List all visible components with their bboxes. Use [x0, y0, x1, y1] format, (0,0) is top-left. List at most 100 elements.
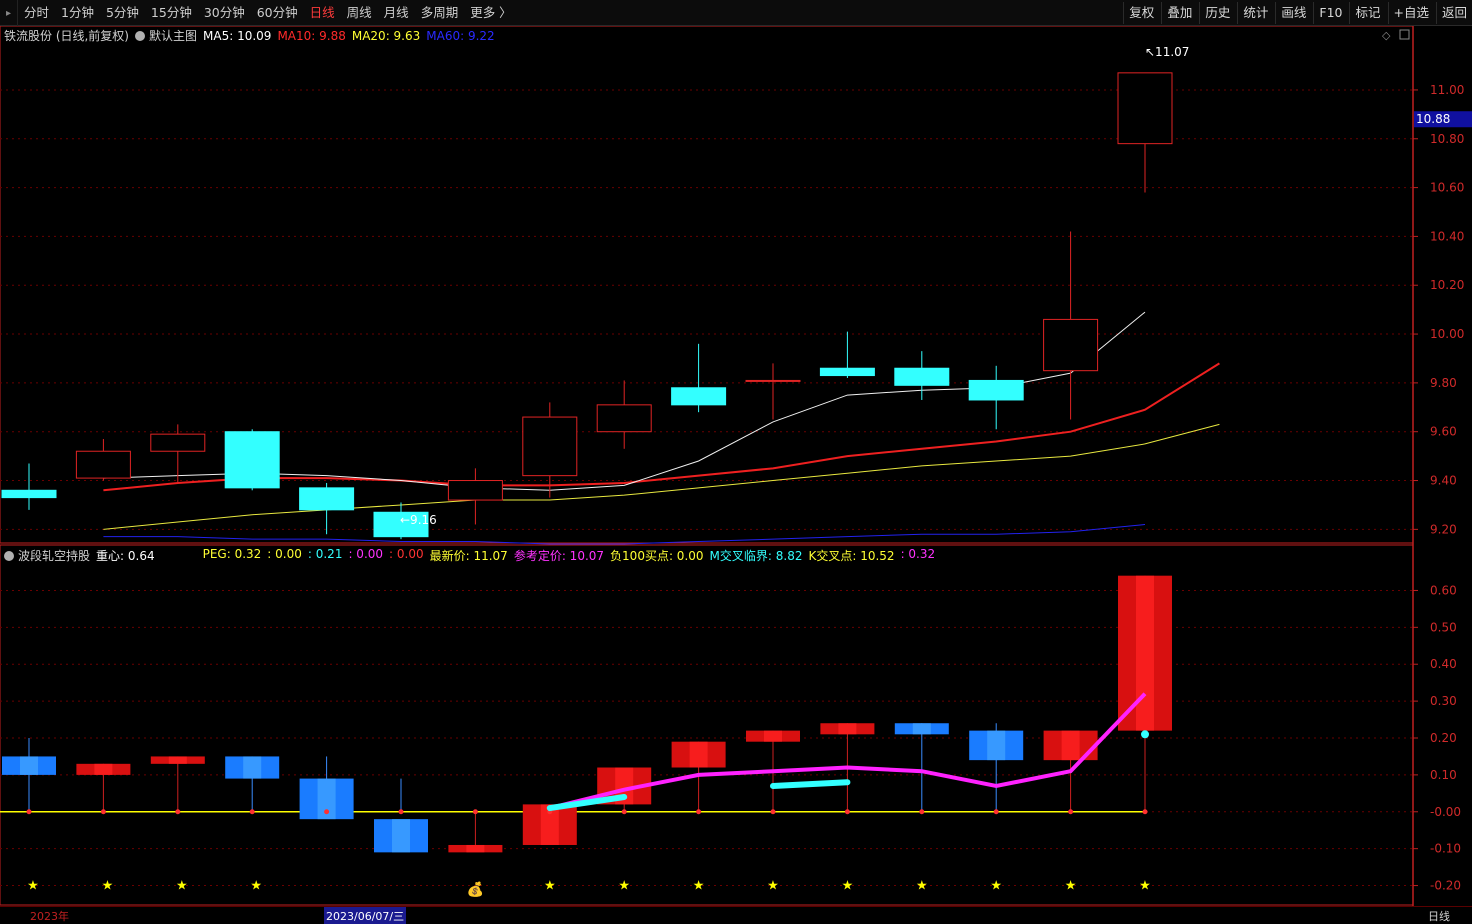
candle-body: [596, 404, 652, 433]
tab-period-8[interactable]: 月线: [378, 0, 415, 26]
main-tick-label: 9.40: [1430, 474, 1457, 488]
zero-dot: [100, 809, 106, 815]
yellow-star-icon: ★: [250, 879, 262, 894]
zero-dot: [1142, 809, 1148, 815]
zero-dot: [324, 809, 330, 815]
year-label: 2023年: [30, 910, 69, 923]
period-indicator: 日线: [1428, 910, 1450, 923]
sub-bar-highlight: [1061, 730, 1080, 761]
zero-dot: [398, 809, 404, 815]
diamond-icon: ◇: [1382, 29, 1391, 42]
sub-bar-highlight: [987, 730, 1006, 761]
candle-body: [224, 431, 280, 489]
cross-segment: [770, 779, 851, 789]
tool-button-8[interactable]: 返回: [1435, 2, 1472, 24]
candle-body: [819, 367, 875, 377]
yellow-star-icon: ★: [916, 879, 928, 894]
tab-period-5[interactable]: 60分钟: [251, 0, 304, 26]
sub-bar-highlight: [838, 723, 857, 735]
sub-bar-highlight: [168, 756, 187, 764]
sub-bar-highlight: [94, 763, 113, 775]
main-tick-label: 10.40: [1430, 229, 1464, 243]
sub-bar-highlight: [392, 819, 410, 853]
sub-bar-highlight: [764, 730, 782, 742]
sub-panel-frame: [0, 544, 1414, 906]
tab-period-7[interactable]: 周线: [341, 0, 378, 26]
sub-tick-label: -0.00: [1430, 805, 1461, 819]
candle-body: [299, 487, 355, 511]
yellow-star-icon: ★: [693, 879, 705, 894]
tool-buttons: 复权 叠加 历史 统计 画线 F10 标记 +自选 返回: [1121, 0, 1472, 26]
tab-period-2[interactable]: 5分钟: [100, 0, 145, 26]
sub-tick-label: 0.40: [1430, 657, 1457, 671]
tab-period-1[interactable]: 1分钟: [55, 0, 100, 26]
tab-period-10[interactable]: 更多 〉: [464, 0, 517, 26]
main-tick-label: 9.20: [1430, 522, 1457, 536]
date-axis-bar: 2023年 2023/06/07/三 日线: [0, 906, 1472, 924]
candle-body: [894, 367, 950, 386]
zero-dot: [249, 809, 255, 815]
main-tick-label: 9.60: [1430, 425, 1457, 439]
tool-button-5[interactable]: F10: [1313, 2, 1347, 24]
panel-toggle-icon: [1399, 29, 1410, 40]
yellow-star-icon: ★: [842, 879, 854, 894]
yellow-star-icon: ★: [544, 879, 556, 894]
tool-button-2[interactable]: 历史: [1199, 2, 1235, 24]
sub-tick-label: 0.30: [1430, 694, 1457, 708]
candle-body: [968, 379, 1024, 401]
yellow-star-icon: ★: [767, 879, 779, 894]
zero-dot: [993, 809, 999, 815]
zero-dot: [175, 809, 181, 815]
tool-button-4[interactable]: 画线: [1275, 2, 1311, 24]
tool-button-3[interactable]: 统计: [1237, 2, 1273, 24]
yellow-star-icon: ★: [176, 879, 188, 894]
tool-button-7[interactable]: +自选: [1387, 2, 1434, 24]
tab-period-0[interactable]: 分时: [18, 0, 55, 26]
tab-period-4[interactable]: 30分钟: [198, 0, 251, 26]
tool-button-1[interactable]: 叠加: [1161, 2, 1197, 24]
sub-tick-label: 0.50: [1430, 620, 1457, 634]
sub-bar-highlight: [466, 844, 485, 853]
main-tick-label: 10.80: [1430, 132, 1464, 146]
tab-period-3[interactable]: 15分钟: [145, 0, 198, 26]
zero-dot: [696, 809, 702, 815]
tool-button-0[interactable]: 复权: [1123, 2, 1159, 24]
ma60-line: [103, 523, 1146, 545]
zero-dot: [621, 809, 627, 815]
zero-dot: [919, 809, 925, 815]
zero-dot: [26, 809, 32, 815]
yellow-star-icon: ★: [102, 879, 114, 894]
yellow-star-icon: ★: [990, 879, 1002, 894]
collapse-arrow-icon[interactable]: ▸: [0, 0, 18, 26]
high-price-label: ↖11.07: [1145, 45, 1189, 59]
main-panel-frame: [0, 26, 1414, 544]
period-tabs: ▸ 分时 1分钟 5分钟 15分钟 30分钟 60分钟 日线 周线 月线 多周期 更多 〉: [0, 0, 518, 26]
yellow-star-icon: ★: [1139, 879, 1151, 894]
tab-period-6[interactable]: 日线: [304, 0, 341, 26]
sub-tick-label: 0.10: [1430, 768, 1457, 782]
zero-dot: [770, 809, 776, 815]
yellow-star-icon: ★: [1065, 879, 1077, 894]
sub-bar-highlight: [689, 741, 708, 768]
main-tick-label: 11.00: [1430, 83, 1464, 97]
candle-body: [150, 433, 206, 452]
candle-body: [447, 480, 503, 501]
sub-tick-label: -0.20: [1430, 879, 1461, 893]
candle-body: [1, 489, 57, 499]
sub-bar-highlight: [912, 723, 931, 735]
sub-bar-highlight: [1136, 575, 1154, 731]
money-bag-icon: 💰: [467, 881, 484, 898]
current-price-label: 10.88: [1416, 112, 1450, 126]
main-tick-label: 10.60: [1430, 181, 1464, 195]
main-tick-label: 9.80: [1430, 376, 1457, 390]
tab-period-9[interactable]: 多周期: [415, 0, 465, 26]
sub-bar-highlight: [20, 756, 38, 775]
cursor-date-label: 2023/06/07/三: [324, 907, 407, 924]
zero-dot: [844, 809, 850, 815]
main-tick-label: 10.00: [1430, 327, 1464, 341]
yellow-star-icon: ★: [618, 879, 630, 894]
cross-dot: [1141, 730, 1149, 739]
chart-canvas[interactable]: 11.00 10.80 10.60 10.40 10.20 10.00 9.80 9.60 9.…: [0, 26, 1472, 906]
sub-tick-label: 0.20: [1430, 731, 1457, 745]
tool-button-6[interactable]: 标记: [1349, 2, 1385, 24]
